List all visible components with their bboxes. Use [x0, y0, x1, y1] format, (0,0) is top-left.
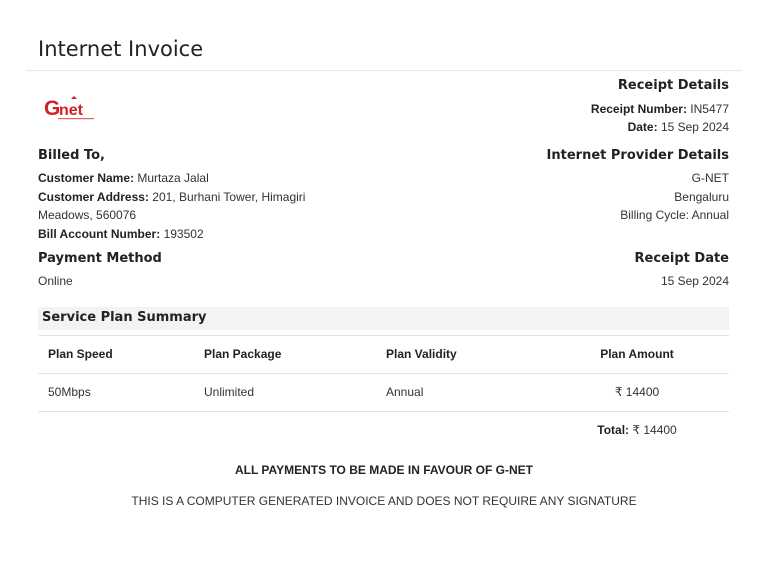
bill-account-label: Bill Account Number:	[38, 227, 161, 241]
billing-cycle: Billing Cycle: Annual	[620, 208, 729, 222]
receipt-number-value: IN5477	[690, 102, 729, 116]
table-header-rule	[38, 373, 729, 374]
customer-name: Customer Name: Murtaza Jalal	[38, 171, 209, 185]
column-plan-speed: Plan Speed	[48, 347, 113, 361]
customer-name-value: Murtaza Jalal	[137, 171, 209, 185]
gnet-logo: G net	[44, 96, 94, 120]
customer-address-line-2: Meadows, 560076	[38, 208, 137, 222]
column-plan-package: Plan Package	[204, 347, 282, 361]
column-plan-amount: Plan Amount	[600, 347, 674, 361]
receipt-details-heading: Receipt Details	[617, 78, 729, 93]
logo-mark	[71, 96, 77, 99]
bill-account-value: 193502	[163, 227, 204, 241]
provider-heading: Internet Provider Details	[546, 148, 729, 163]
receipt-date-line: Date: 15 Sep 2024	[628, 120, 729, 134]
total-amount: Total: ₹ 14400	[560, 423, 714, 437]
service-plan-heading: Service Plan Summary	[42, 310, 207, 325]
column-plan-validity: Plan Validity	[386, 347, 457, 361]
payment-favour-note: ALL PAYMENTS TO BE MADE IN FAVOUR OF G-N…	[234, 463, 534, 477]
logo-wordmark: G	[44, 97, 60, 120]
title-divider	[26, 70, 742, 71]
receipt-date-value-2: 15 Sep 2024	[660, 274, 729, 288]
payment-method-heading: Payment Method	[38, 251, 162, 266]
receipt-date-value: 15 Sep 2024	[660, 120, 729, 134]
receipt-number-label: Receipt Number:	[590, 102, 687, 116]
table-top-rule	[38, 335, 729, 336]
svg-text:net: net	[59, 102, 84, 119]
bill-account-number: Bill Account Number: 193502	[38, 227, 204, 241]
receipt-date-heading: Receipt Date	[634, 251, 729, 266]
provider-name: G-NET	[691, 171, 729, 185]
page-title: Internet Invoice	[38, 37, 204, 61]
total-value: ₹ 14400	[632, 423, 677, 437]
payment-method-value: Online	[38, 274, 73, 288]
receipt-date-label: Date:	[627, 120, 658, 134]
customer-address-label: Customer Address:	[38, 190, 149, 204]
cell-plan-validity: Annual	[386, 385, 424, 399]
cell-plan-speed: 50Mbps	[48, 385, 91, 399]
service-plan-summary-bar: Service Plan Summary	[38, 307, 729, 330]
table-row-rule	[38, 411, 729, 412]
cell-plan-package: Unlimited	[204, 385, 255, 399]
customer-address: Customer Address: 201, Burhani Tower, Hi…	[38, 190, 305, 204]
receipt-number: Receipt Number: IN5477	[591, 102, 729, 116]
billed-to-heading: Billed To,	[38, 148, 105, 163]
customer-name-label: Customer Name:	[38, 171, 135, 185]
computer-generated-note: THIS IS A COMPUTER GENERATED INVOICE AND…	[131, 494, 637, 508]
total-label: Total:	[597, 423, 630, 437]
customer-address-line-1: 201, Burhani Tower, Himagiri	[152, 190, 306, 204]
provider-city: Bengaluru	[674, 190, 729, 204]
cell-plan-amount: ₹ 14400	[614, 385, 660, 399]
